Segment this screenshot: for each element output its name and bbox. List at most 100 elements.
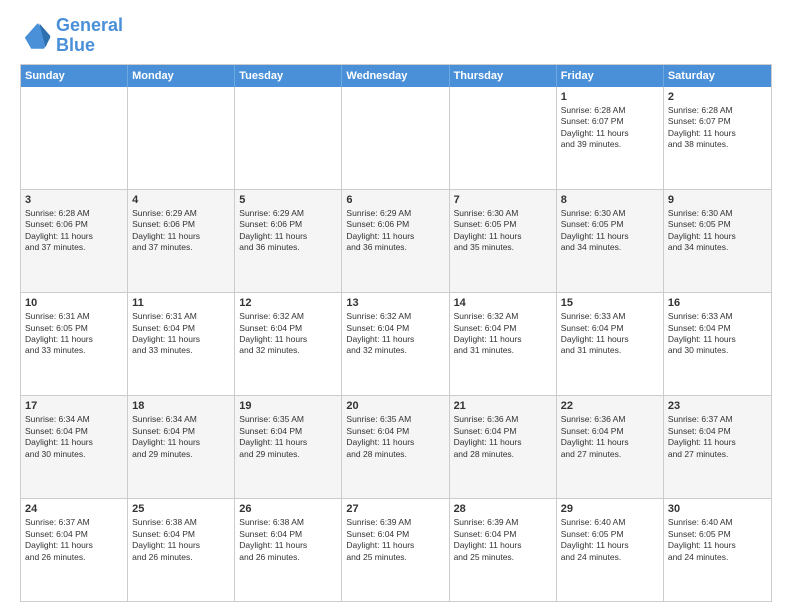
calendar-cell: 14Sunrise: 6:32 AM Sunset: 6:04 PM Dayli… [450, 293, 557, 395]
day-number: 2 [668, 90, 767, 104]
day-info: Sunrise: 6:28 AM Sunset: 6:07 PM Dayligh… [668, 105, 767, 151]
calendar: SundayMondayTuesdayWednesdayThursdayFrid… [20, 64, 772, 602]
day-info: Sunrise: 6:40 AM Sunset: 6:05 PM Dayligh… [561, 517, 659, 563]
calendar-row-0: 1Sunrise: 6:28 AM Sunset: 6:07 PM Daylig… [21, 87, 771, 189]
header-day-friday: Friday [557, 65, 664, 87]
day-number: 7 [454, 193, 552, 207]
day-info: Sunrise: 6:38 AM Sunset: 6:04 PM Dayligh… [239, 517, 337, 563]
calendar-cell: 30Sunrise: 6:40 AM Sunset: 6:05 PM Dayli… [664, 499, 771, 601]
day-info: Sunrise: 6:30 AM Sunset: 6:05 PM Dayligh… [668, 208, 767, 254]
calendar-cell: 21Sunrise: 6:36 AM Sunset: 6:04 PM Dayli… [450, 396, 557, 498]
day-info: Sunrise: 6:38 AM Sunset: 6:04 PM Dayligh… [132, 517, 230, 563]
calendar-cell [21, 87, 128, 189]
page: General Blue SundayMondayTuesdayWednesda… [0, 0, 792, 612]
day-info: Sunrise: 6:30 AM Sunset: 6:05 PM Dayligh… [561, 208, 659, 254]
day-number: 22 [561, 399, 659, 413]
calendar-row-2: 10Sunrise: 6:31 AM Sunset: 6:05 PM Dayli… [21, 292, 771, 395]
header-day-monday: Monday [128, 65, 235, 87]
calendar-cell [235, 87, 342, 189]
calendar-row-1: 3Sunrise: 6:28 AM Sunset: 6:06 PM Daylig… [21, 189, 771, 292]
day-number: 16 [668, 296, 767, 310]
day-info: Sunrise: 6:29 AM Sunset: 6:06 PM Dayligh… [346, 208, 444, 254]
header: General Blue [20, 16, 772, 56]
day-info: Sunrise: 6:37 AM Sunset: 6:04 PM Dayligh… [668, 414, 767, 460]
day-number: 6 [346, 193, 444, 207]
header-day-saturday: Saturday [664, 65, 771, 87]
logo-text: General Blue [56, 16, 123, 56]
day-number: 1 [561, 90, 659, 104]
day-number: 24 [25, 502, 123, 516]
day-info: Sunrise: 6:40 AM Sunset: 6:05 PM Dayligh… [668, 517, 767, 563]
calendar-cell: 15Sunrise: 6:33 AM Sunset: 6:04 PM Dayli… [557, 293, 664, 395]
header-day-thursday: Thursday [450, 65, 557, 87]
calendar-body: 1Sunrise: 6:28 AM Sunset: 6:07 PM Daylig… [21, 87, 771, 601]
calendar-cell: 12Sunrise: 6:32 AM Sunset: 6:04 PM Dayli… [235, 293, 342, 395]
calendar-cell: 28Sunrise: 6:39 AM Sunset: 6:04 PM Dayli… [450, 499, 557, 601]
day-number: 17 [25, 399, 123, 413]
day-info: Sunrise: 6:34 AM Sunset: 6:04 PM Dayligh… [132, 414, 230, 460]
day-info: Sunrise: 6:32 AM Sunset: 6:04 PM Dayligh… [239, 311, 337, 357]
calendar-cell: 20Sunrise: 6:35 AM Sunset: 6:04 PM Dayli… [342, 396, 449, 498]
calendar-cell: 2Sunrise: 6:28 AM Sunset: 6:07 PM Daylig… [664, 87, 771, 189]
calendar-cell: 29Sunrise: 6:40 AM Sunset: 6:05 PM Dayli… [557, 499, 664, 601]
day-info: Sunrise: 6:30 AM Sunset: 6:05 PM Dayligh… [454, 208, 552, 254]
day-info: Sunrise: 6:35 AM Sunset: 6:04 PM Dayligh… [239, 414, 337, 460]
calendar-cell: 3Sunrise: 6:28 AM Sunset: 6:06 PM Daylig… [21, 190, 128, 292]
day-number: 26 [239, 502, 337, 516]
calendar-cell: 18Sunrise: 6:34 AM Sunset: 6:04 PM Dayli… [128, 396, 235, 498]
day-info: Sunrise: 6:29 AM Sunset: 6:06 PM Dayligh… [132, 208, 230, 254]
day-info: Sunrise: 6:28 AM Sunset: 6:06 PM Dayligh… [25, 208, 123, 254]
day-number: 27 [346, 502, 444, 516]
calendar-cell: 11Sunrise: 6:31 AM Sunset: 6:04 PM Dayli… [128, 293, 235, 395]
day-number: 30 [668, 502, 767, 516]
calendar-cell: 26Sunrise: 6:38 AM Sunset: 6:04 PM Dayli… [235, 499, 342, 601]
calendar-cell: 8Sunrise: 6:30 AM Sunset: 6:05 PM Daylig… [557, 190, 664, 292]
day-number: 29 [561, 502, 659, 516]
day-number: 18 [132, 399, 230, 413]
day-info: Sunrise: 6:36 AM Sunset: 6:04 PM Dayligh… [454, 414, 552, 460]
day-number: 14 [454, 296, 552, 310]
day-number: 15 [561, 296, 659, 310]
day-number: 10 [25, 296, 123, 310]
day-number: 8 [561, 193, 659, 207]
day-info: Sunrise: 6:32 AM Sunset: 6:04 PM Dayligh… [454, 311, 552, 357]
calendar-cell: 1Sunrise: 6:28 AM Sunset: 6:07 PM Daylig… [557, 87, 664, 189]
day-info: Sunrise: 6:35 AM Sunset: 6:04 PM Dayligh… [346, 414, 444, 460]
logo: General Blue [20, 16, 123, 56]
day-number: 28 [454, 502, 552, 516]
day-number: 13 [346, 296, 444, 310]
day-info: Sunrise: 6:33 AM Sunset: 6:04 PM Dayligh… [561, 311, 659, 357]
calendar-cell: 17Sunrise: 6:34 AM Sunset: 6:04 PM Dayli… [21, 396, 128, 498]
header-day-tuesday: Tuesday [235, 65, 342, 87]
day-info: Sunrise: 6:31 AM Sunset: 6:05 PM Dayligh… [25, 311, 123, 357]
calendar-cell: 13Sunrise: 6:32 AM Sunset: 6:04 PM Dayli… [342, 293, 449, 395]
calendar-cell: 6Sunrise: 6:29 AM Sunset: 6:06 PM Daylig… [342, 190, 449, 292]
day-info: Sunrise: 6:34 AM Sunset: 6:04 PM Dayligh… [25, 414, 123, 460]
calendar-cell: 9Sunrise: 6:30 AM Sunset: 6:05 PM Daylig… [664, 190, 771, 292]
calendar-cell: 16Sunrise: 6:33 AM Sunset: 6:04 PM Dayli… [664, 293, 771, 395]
calendar-cell: 24Sunrise: 6:37 AM Sunset: 6:04 PM Dayli… [21, 499, 128, 601]
day-number: 23 [668, 399, 767, 413]
calendar-cell [128, 87, 235, 189]
calendar-row-3: 17Sunrise: 6:34 AM Sunset: 6:04 PM Dayli… [21, 395, 771, 498]
day-number: 11 [132, 296, 230, 310]
calendar-header: SundayMondayTuesdayWednesdayThursdayFrid… [21, 65, 771, 87]
day-info: Sunrise: 6:28 AM Sunset: 6:07 PM Dayligh… [561, 105, 659, 151]
calendar-cell: 25Sunrise: 6:38 AM Sunset: 6:04 PM Dayli… [128, 499, 235, 601]
calendar-cell [450, 87, 557, 189]
day-info: Sunrise: 6:31 AM Sunset: 6:04 PM Dayligh… [132, 311, 230, 357]
logo-icon [20, 20, 52, 52]
calendar-cell: 22Sunrise: 6:36 AM Sunset: 6:04 PM Dayli… [557, 396, 664, 498]
day-info: Sunrise: 6:37 AM Sunset: 6:04 PM Dayligh… [25, 517, 123, 563]
day-info: Sunrise: 6:29 AM Sunset: 6:06 PM Dayligh… [239, 208, 337, 254]
calendar-cell: 7Sunrise: 6:30 AM Sunset: 6:05 PM Daylig… [450, 190, 557, 292]
day-number: 5 [239, 193, 337, 207]
day-number: 9 [668, 193, 767, 207]
calendar-cell: 4Sunrise: 6:29 AM Sunset: 6:06 PM Daylig… [128, 190, 235, 292]
calendar-cell: 27Sunrise: 6:39 AM Sunset: 6:04 PM Dayli… [342, 499, 449, 601]
calendar-cell: 19Sunrise: 6:35 AM Sunset: 6:04 PM Dayli… [235, 396, 342, 498]
day-info: Sunrise: 6:39 AM Sunset: 6:04 PM Dayligh… [454, 517, 552, 563]
day-number: 25 [132, 502, 230, 516]
day-info: Sunrise: 6:36 AM Sunset: 6:04 PM Dayligh… [561, 414, 659, 460]
calendar-cell: 23Sunrise: 6:37 AM Sunset: 6:04 PM Dayli… [664, 396, 771, 498]
